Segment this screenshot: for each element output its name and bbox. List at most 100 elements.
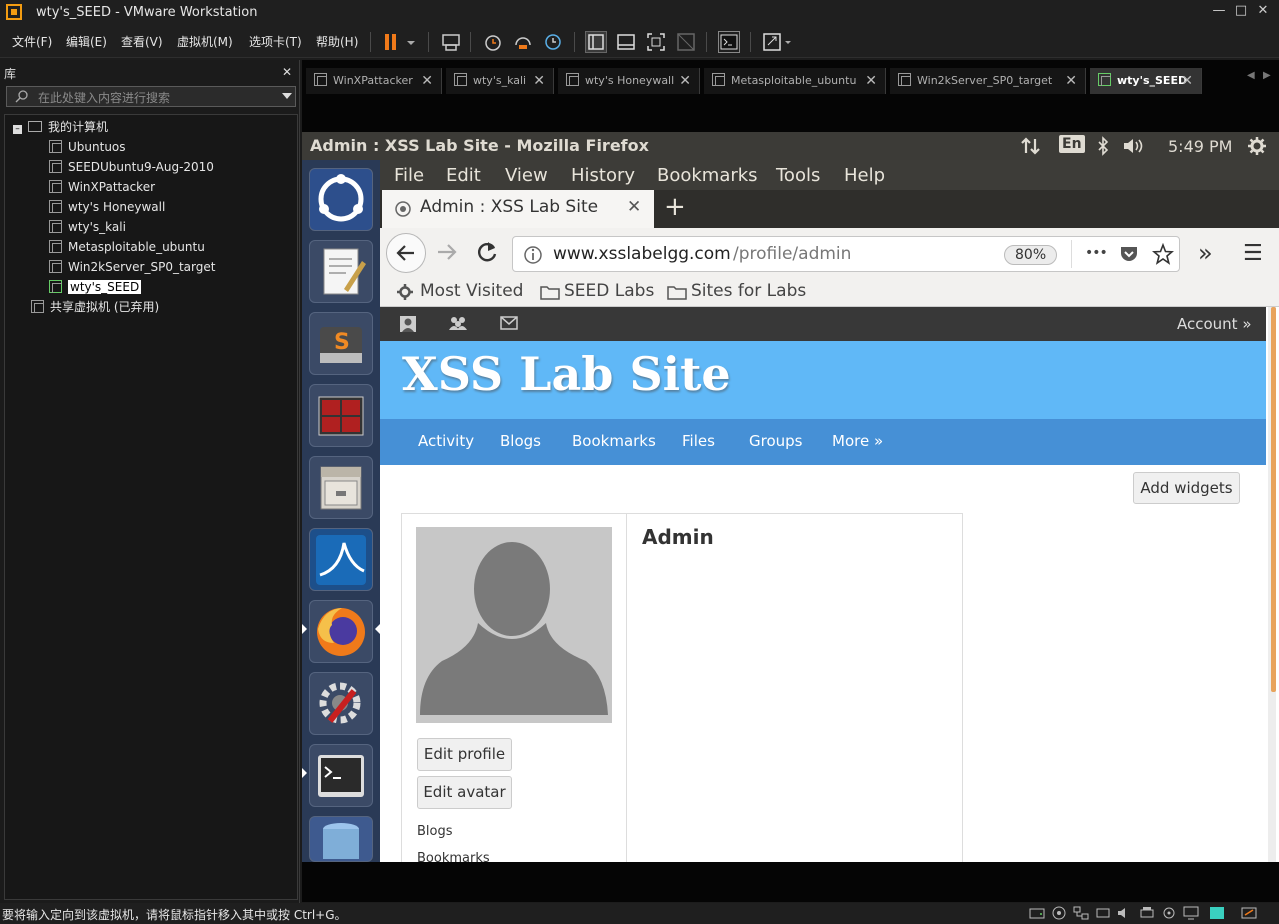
site-title[interactable]: XSS Lab Site: [402, 347, 731, 401]
account-menu-link[interactable]: Account »: [1177, 315, 1252, 333]
nav-more[interactable]: More »: [832, 432, 883, 450]
hard-disk-icon[interactable]: [1029, 906, 1045, 920]
menu-tabs[interactable]: 选项卡(T): [249, 33, 302, 50]
nav-activity[interactable]: Activity: [418, 432, 474, 450]
overflow-button[interactable]: »: [1198, 239, 1213, 267]
chevron-down-icon[interactable]: [282, 93, 292, 101]
fullscreen-toggle-icon[interactable]: [1241, 906, 1257, 920]
terminal-icon[interactable]: [718, 31, 740, 53]
network-adapter-icon[interactable]: [1073, 906, 1089, 920]
bookmark-star-icon[interactable]: [1152, 243, 1174, 265]
page-scrollbar-thumb[interactable]: [1271, 307, 1276, 692]
back-button[interactable]: [386, 233, 426, 273]
tab-scroll-right-button[interactable]: ▶: [1263, 70, 1271, 81]
trash-icon[interactable]: [309, 816, 373, 862]
file-manager-icon[interactable]: [309, 456, 373, 519]
bookmark-sites-for-labs[interactable]: Sites for Labs: [691, 281, 806, 301]
vm-item[interactable]: Metasploitable_ubuntu: [49, 237, 205, 257]
ff-menu-bookmarks[interactable]: Bookmarks: [657, 165, 758, 186]
vm-item[interactable]: wty's_kali: [49, 217, 126, 237]
fullscreen-icon[interactable]: [645, 31, 667, 53]
menu-help[interactable]: 帮助(H): [316, 33, 358, 50]
vm-tab[interactable]: wty's_kali ✕: [446, 68, 554, 94]
profile-icon[interactable]: [399, 315, 417, 333]
close-window-button[interactable]: ✕: [1253, 3, 1273, 21]
tab-scroll-left-button[interactable]: ◀: [1247, 70, 1255, 81]
nav-blogs[interactable]: Blogs: [500, 432, 541, 450]
menu-view[interactable]: 查看(V): [121, 33, 163, 50]
tab-close-button[interactable]: ✕: [865, 68, 877, 94]
profile-link-bookmarks[interactable]: Bookmarks: [417, 851, 490, 862]
menu-vm[interactable]: 虚拟机(M): [177, 33, 233, 50]
tab-close-button[interactable]: ✕: [1065, 68, 1077, 94]
workspace-switcher-icon[interactable]: [309, 384, 373, 447]
vm-tab[interactable]: Win2kServer_SP0_target ✕: [890, 68, 1086, 94]
system-settings-icon[interactable]: [309, 672, 373, 735]
unity-icon[interactable]: [675, 31, 697, 53]
nav-groups[interactable]: Groups: [749, 432, 802, 450]
add-widgets-button[interactable]: Add widgets: [1133, 472, 1240, 504]
ff-menu-file[interactable]: File: [394, 165, 424, 186]
zoom-level-button[interactable]: 80%: [1004, 245, 1058, 265]
ff-menu-help[interactable]: Help: [844, 165, 885, 186]
tree-root-my-computer[interactable]: – 我的计算机: [13, 117, 108, 137]
message-log-icon[interactable]: [1209, 906, 1225, 920]
edit-avatar-button[interactable]: Edit avatar: [417, 776, 512, 809]
text-editor-icon[interactable]: [309, 240, 373, 303]
avatar[interactable]: [416, 527, 612, 723]
bookmark-seed-labs[interactable]: SEED Labs: [564, 281, 654, 301]
keyboard-indicator[interactable]: En: [1059, 135, 1085, 153]
url-bar[interactable]: www.xsslabelgg.com /profile/admin 80% ••…: [512, 236, 1180, 272]
minimize-button[interactable]: —: [1209, 3, 1229, 21]
gear-icon[interactable]: [1247, 136, 1267, 156]
vm-item[interactable]: wty's Honeywall: [49, 197, 165, 217]
page-actions-button[interactable]: •••: [1085, 245, 1108, 261]
shared-vms-item[interactable]: 共享虚拟机 (已弃用): [31, 297, 159, 317]
clock[interactable]: 5:49 PM: [1168, 137, 1232, 156]
terminal-app-icon[interactable]: [309, 744, 373, 807]
library-close-button[interactable]: ✕: [282, 65, 292, 79]
vm-item[interactable]: WinXPattacker: [49, 177, 155, 197]
messages-icon[interactable]: [500, 316, 518, 330]
revert-snapshot-icon[interactable]: [512, 31, 534, 53]
sound-card-icon[interactable]: [1117, 906, 1133, 920]
printer-icon[interactable]: [1139, 906, 1155, 920]
usb-icon[interactable]: [1095, 906, 1111, 920]
wireshark-icon[interactable]: [309, 528, 373, 591]
pause-icon[interactable]: [380, 31, 402, 53]
ubuntu-dash-icon[interactable]: [309, 168, 373, 231]
snapshot-manager-icon[interactable]: [542, 31, 564, 53]
vm-item[interactable]: Win2kServer_SP0_target: [49, 257, 215, 277]
console-view-icon[interactable]: [615, 31, 637, 53]
vm-item[interactable]: SEEDUbuntu9-Aug-2010: [49, 157, 214, 177]
pocket-icon[interactable]: [1119, 244, 1139, 264]
reload-button[interactable]: [474, 239, 500, 265]
vm-tab[interactable]: Metasploitable_ubuntu ✕: [704, 68, 886, 94]
ff-menu-history[interactable]: History: [571, 165, 635, 186]
sidebar-toggle-icon[interactable]: [585, 31, 607, 53]
sublime-text-icon[interactable]: S: [309, 312, 373, 375]
bluetooth-icon[interactable]: [1096, 136, 1110, 156]
nav-bookmarks[interactable]: Bookmarks: [572, 432, 656, 450]
nav-files[interactable]: Files: [682, 432, 715, 450]
firefox-tab-active[interactable]: Admin : XSS Lab Site ✕: [382, 190, 654, 228]
ff-menu-edit[interactable]: Edit: [446, 165, 481, 186]
cd-dvd-icon[interactable]: [1051, 906, 1067, 920]
volume-icon[interactable]: [1122, 136, 1148, 156]
profile-link-blogs[interactable]: Blogs: [417, 824, 453, 839]
ff-menu-view[interactable]: View: [505, 165, 548, 186]
tab-close-button[interactable]: ✕: [1181, 68, 1193, 94]
forward-button[interactable]: [434, 239, 460, 265]
friends-icon[interactable]: [448, 315, 468, 333]
send-keys-icon[interactable]: [440, 31, 462, 53]
maximize-button[interactable]: □: [1231, 3, 1251, 21]
vm-tab[interactable]: wty's Honeywall ✕: [558, 68, 700, 94]
stretch-icon[interactable]: [762, 31, 791, 53]
tab-close-button[interactable]: ✕: [421, 68, 433, 94]
menu-file[interactable]: 文件(F): [12, 33, 52, 50]
tab-close-button[interactable]: ✕: [627, 197, 641, 217]
firefox-icon[interactable]: [309, 600, 373, 663]
display-icon[interactable]: [1161, 906, 1177, 920]
vm-item-selected[interactable]: wty's_SEED: [49, 277, 142, 297]
edit-profile-button[interactable]: Edit profile: [417, 738, 512, 771]
